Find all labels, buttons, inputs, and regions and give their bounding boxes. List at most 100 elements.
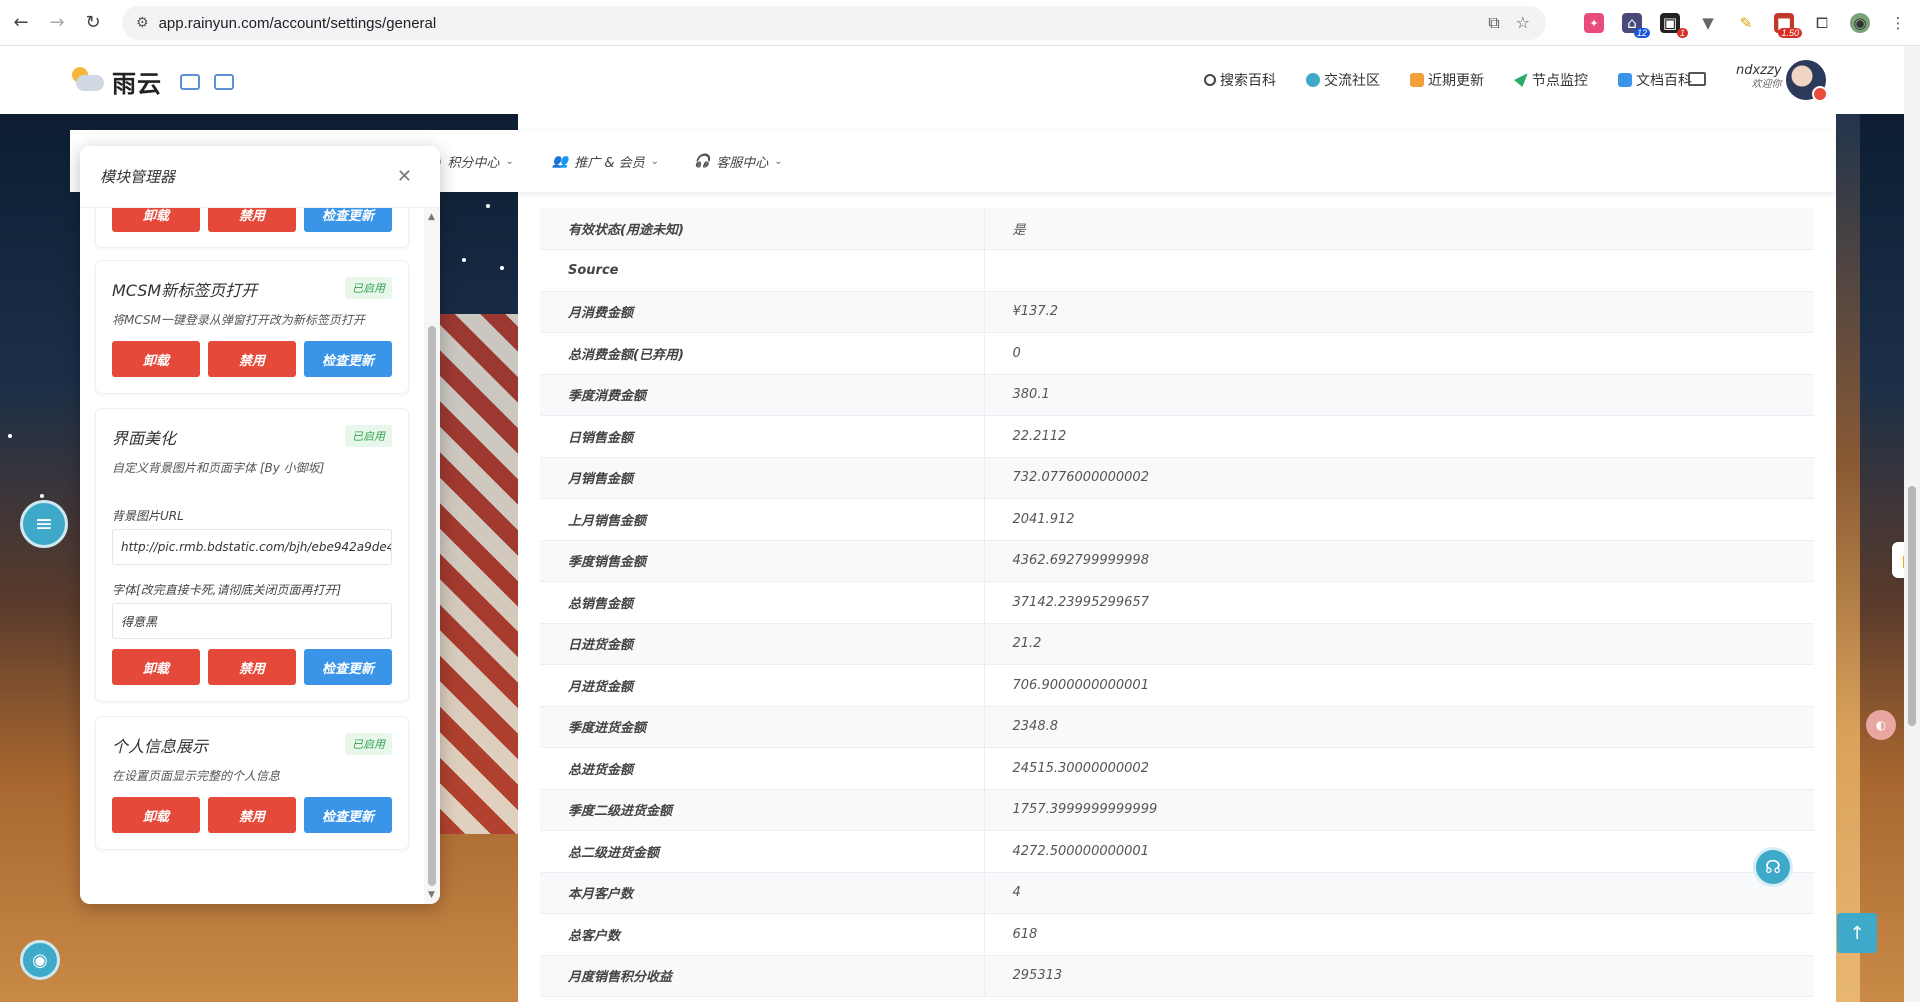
translate-icon[interactable] [214, 73, 234, 90]
nav-community[interactable]: 交流社区 [1306, 70, 1380, 90]
row-key: 总销售金额 [540, 581, 985, 624]
disable-button[interactable]: 禁用 [208, 341, 296, 377]
close-icon[interactable]: ✕ [397, 166, 412, 187]
image-icon[interactable] [180, 73, 200, 90]
row-key: 日销售金额 [540, 415, 985, 458]
menu-promotion[interactable]: 👥 推广 & 会员 ⌄ [552, 152, 659, 171]
back-icon[interactable]: ← [6, 8, 36, 38]
table-row: 月进货金额 706.9000000000001 [540, 664, 1814, 707]
bg-url-input[interactable]: http://pic.rmb.bdstatic.com/bjh/ebe942a9… [112, 529, 392, 565]
browser-toolbar: ← → ↻ ⚙ app.rainyun.com/account/settings… [0, 0, 1920, 46]
page-scrollbar[interactable] [1904, 46, 1920, 1002]
support-headset-icon[interactable]: ☊ [1753, 847, 1793, 887]
font-input[interactable]: 得意黑 [112, 603, 392, 639]
table-row: 日进货金额 21.2 [540, 623, 1814, 665]
row-key: 月消费金额 [540, 291, 985, 333]
module-card-ui-beautify: 界面美化 已启用 自定义背景图片和页面字体 [By 小御坂] 背景图片URL h… [95, 408, 409, 702]
row-value: 706.9000000000001 [984, 664, 1814, 707]
row-key: 季度进货金额 [540, 706, 985, 748]
module-description: 自定义背景图片和页面字体 [By 小御坂] [112, 461, 325, 475]
table-row: 季度销售金额 4362.692799999998 [540, 540, 1814, 582]
table-row: 本月客户数 4 [540, 872, 1814, 914]
row-value: 4362.692799999998 [984, 540, 1814, 582]
nav-docs[interactable]: 文档百科 [1618, 70, 1692, 90]
uninstall-button[interactable]: 卸载 [112, 341, 200, 377]
check-update-button[interactable]: 检查更新 [304, 208, 392, 232]
profile-icon[interactable]: ◉ [1850, 13, 1870, 33]
row-value: 22.2112 [984, 415, 1814, 458]
module-description: 将MCSM一键登录从弹窗打开改为新标签页打开 [112, 313, 365, 327]
extension-icon-1[interactable]: ✦ [1584, 13, 1604, 33]
extension-icon-6[interactable]: ■ 1.50 [1774, 13, 1802, 38]
scroll-down-icon[interactable]: ▼ [428, 890, 435, 900]
user-info[interactable]: ndxzzy 欢迎你 [1736, 64, 1782, 92]
scrollbar-thumb[interactable] [428, 326, 436, 886]
top-nav: 搜索百科 交流社区 近期更新 节点监控 文档百科 [1204, 70, 1692, 90]
row-value: 2041.912 [984, 498, 1814, 541]
star [40, 494, 44, 498]
extension-icon-4[interactable]: ▼ [1698, 13, 1718, 33]
logo-text: 雨云 [112, 70, 162, 98]
check-update-button[interactable]: 检查更新 [304, 649, 392, 685]
install-app-icon[interactable]: ⧉ [1488, 13, 1499, 33]
row-key: Source [540, 249, 985, 292]
menu-label: 客服中心 [716, 156, 769, 171]
nav-updates[interactable]: 近期更新 [1410, 70, 1484, 90]
disable-button[interactable]: 禁用 [208, 797, 296, 833]
extension-badge: 1 [1676, 28, 1688, 38]
row-value: 37142.23995299657 [984, 581, 1814, 624]
menu-points-center[interactable]: ◎积分中心⌄ [430, 152, 514, 171]
headset-icon: 🎧 [694, 154, 711, 169]
extension-icon-3[interactable]: ▣ 1 [1660, 13, 1688, 38]
menu-kebab-icon[interactable]: ⋮ [1888, 13, 1908, 33]
row-value: 0 [984, 332, 1814, 375]
star [8, 434, 12, 438]
disable-button[interactable]: 禁用 [208, 208, 296, 232]
row-value: 24515.30000000002 [984, 747, 1814, 790]
uninstall-button[interactable]: 卸载 [112, 649, 200, 685]
row-key: 本月客户数 [540, 872, 985, 914]
forward-icon[interactable]: → [42, 8, 72, 38]
avatar[interactable] [1784, 58, 1828, 102]
table-row: 总销售金额 37142.23995299657 [540, 581, 1814, 624]
row-key: 上月销售金额 [540, 498, 985, 541]
nav-monitor[interactable]: 节点监控 [1514, 70, 1588, 90]
row-key: 月度销售积分收益 [540, 955, 985, 997]
uninstall-button[interactable]: 卸载 [112, 208, 200, 232]
disable-button[interactable]: 禁用 [208, 649, 296, 685]
uninstall-button[interactable]: 卸载 [112, 797, 200, 833]
site-logo[interactable]: 雨云 [70, 64, 234, 99]
bookmark-star-icon[interactable]: ☆ [1516, 13, 1530, 33]
check-update-button[interactable]: 检查更新 [304, 797, 392, 833]
module-list[interactable]: 卸载 禁用 检查更新 MCSM新标签页打开 已启用 将MCSM一键登录从弹窗打开… [80, 208, 424, 904]
table-row: 总进货金额 24515.30000000002 [540, 747, 1814, 790]
star [500, 266, 504, 270]
mail-icon[interactable] [1688, 72, 1706, 86]
row-value [984, 249, 1814, 292]
bg-url-label: 背景图片URL [112, 509, 184, 523]
row-value: 380.1 [984, 374, 1814, 416]
row-key: 总二级进货金额 [540, 830, 985, 873]
logo-cloud-icon [70, 66, 104, 97]
eye-icon[interactable]: ◉ [20, 940, 60, 980]
scrollbar-thumb[interactable] [1908, 486, 1916, 726]
scroll-up-icon[interactable]: ▲ [428, 212, 435, 222]
extension-icon-2[interactable]: ⌂ 12 [1622, 13, 1650, 38]
row-value: 618 [984, 913, 1814, 956]
extension-icon-5[interactable]: ✎ [1736, 13, 1756, 33]
extensions-puzzle-icon[interactable]: ⧠ [1812, 13, 1832, 33]
row-value: 21.2 [984, 623, 1814, 665]
modal-scrollbar[interactable]: ▲ ▼ [424, 208, 440, 904]
reload-icon[interactable]: ↻ [78, 8, 108, 38]
check-update-button[interactable]: 检查更新 [304, 341, 392, 377]
back-to-top-button[interactable]: ↑ [1837, 913, 1877, 953]
table-row: 月销售金额 732.0776000000002 [540, 457, 1814, 499]
docs-icon [1618, 73, 1632, 87]
layers-icon[interactable]: ≡ [20, 500, 68, 548]
menu-support[interactable]: 🎧 客服中心 ⌄ [694, 152, 783, 171]
address-bar[interactable]: ⚙ app.rainyun.com/account/settings/gener… [122, 6, 1546, 40]
nav-search[interactable]: 搜索百科 [1204, 70, 1276, 90]
translate-float-icon[interactable]: ◐ [1866, 710, 1896, 740]
settings-badge-icon [1812, 86, 1828, 102]
site-info-icon[interactable]: ⚙ [136, 15, 149, 31]
